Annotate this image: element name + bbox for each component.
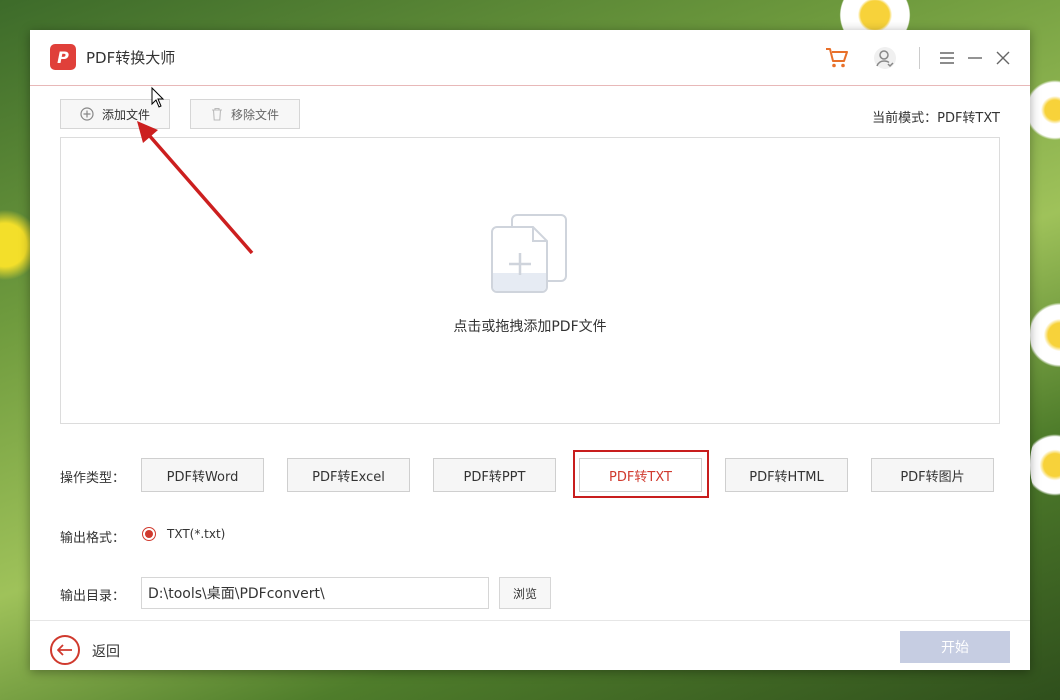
browse-label: 浏览 <box>512 586 537 601</box>
file-drop-zone[interactable]: 点击或拖拽添加PDF文件 <box>60 137 1000 424</box>
remove-file-button[interactable]: 移除文件 <box>190 99 300 129</box>
type-pdf-to-html-button[interactable]: PDF转HTML <box>725 458 848 492</box>
app-title: PDF转换大师 <box>86 49 176 67</box>
output-format-label: 输出格式： <box>60 531 126 546</box>
output-dir-input[interactable] <box>141 577 489 609</box>
flower-decoration <box>1030 420 1060 510</box>
trash-icon <box>211 107 223 121</box>
type-pdf-to-ppt-button[interactable]: PDF转PPT <box>433 458 556 492</box>
menu-icon[interactable] <box>933 44 961 72</box>
logo-letter: P <box>57 47 69 67</box>
logo-icon: P <box>50 44 76 70</box>
drop-zone-hint: 点击或拖拽添加PDF文件 <box>453 319 607 335</box>
operation-type-label: 操作类型： <box>60 471 126 486</box>
minimize-icon[interactable] <box>961 44 989 72</box>
output-dir-label: 输出目录： <box>60 589 126 604</box>
app-window: P PDF转换大师 添加文件 移除文件 当前模式：PDF转TXT 点击或拖拽添加… <box>30 30 1030 670</box>
remove-file-label: 移除文件 <box>230 107 279 122</box>
title-separator <box>919 47 920 69</box>
txt-format-label: TXT(*.txt) <box>167 527 226 541</box>
add-file-label: 添加文件 <box>101 107 150 122</box>
start-button[interactable]: 开始 <box>900 631 1010 663</box>
plus-circle-icon <box>80 107 94 121</box>
type-pdf-to-image-button[interactable]: PDF转图片 <box>871 458 994 492</box>
current-mode-text: 当前模式：PDF转TXT <box>872 111 1000 126</box>
back-arrow-icon[interactable] <box>50 635 80 665</box>
type-pdf-to-excel-button[interactable]: PDF转Excel <box>287 458 410 492</box>
add-document-icon <box>490 213 570 302</box>
footer-bar: 返回 开始 <box>30 620 1030 671</box>
txt-format-radio[interactable] <box>142 527 156 541</box>
browse-button[interactable]: 浏览 <box>499 577 551 609</box>
title-bar: P PDF转换大师 <box>30 30 1030 86</box>
flower-decoration <box>1030 290 1060 380</box>
user-icon[interactable] <box>871 44 899 72</box>
back-button[interactable]: 返回 <box>92 641 120 661</box>
close-icon[interactable] <box>989 44 1017 72</box>
radio-selected-dot <box>145 530 153 538</box>
cart-icon[interactable] <box>823 44 851 72</box>
selected-highlight-frame <box>573 450 709 498</box>
add-file-button[interactable]: 添加文件 <box>60 99 170 129</box>
type-pdf-to-word-button[interactable]: PDF转Word <box>141 458 264 492</box>
flower-decoration <box>1025 70 1060 150</box>
